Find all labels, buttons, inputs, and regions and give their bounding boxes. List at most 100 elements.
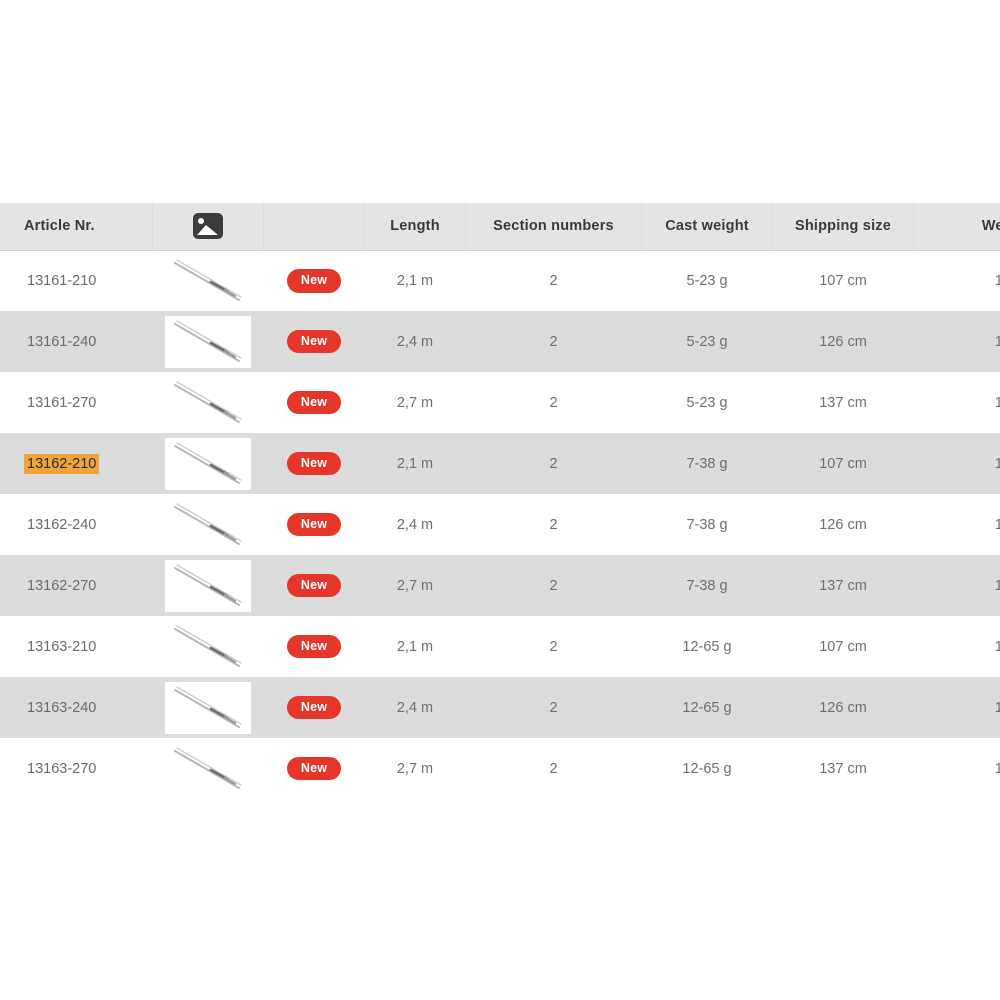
cell-product-image[interactable] bbox=[153, 555, 264, 616]
fishing-rod-thumbnail[interactable] bbox=[165, 437, 251, 490]
cell-product-image[interactable] bbox=[153, 616, 264, 677]
fishing-rod-thumbnail[interactable] bbox=[165, 315, 251, 368]
cell-badge: New bbox=[264, 616, 365, 677]
product-spec-table: Article Nr. Length Section numbers Cast … bbox=[0, 203, 1000, 799]
cell-product-image[interactable] bbox=[153, 372, 264, 433]
table-body: 13161-210 New 2,1 m 2 5-23 g 107 cm 125 g 13161… bbox=[0, 250, 1000, 799]
cell-article-nr: 13162-270 bbox=[0, 555, 153, 616]
table-row[interactable]: 13162-210 New 2,1 m 2 7-38 g 107 cm 129 g bbox=[0, 433, 1000, 494]
cell-shipping-size: 126 cm bbox=[819, 699, 867, 716]
product-spec-page: Article Nr. Length Section numbers Cast … bbox=[0, 0, 1000, 1000]
fishing-rod-thumbnail[interactable] bbox=[165, 621, 251, 673]
cell-shipping-size: 107 cm bbox=[819, 272, 867, 289]
fishing-rod-thumbnail[interactable] bbox=[165, 681, 251, 734]
article-nr-value: 13161-240 bbox=[27, 333, 97, 350]
column-header-image[interactable] bbox=[152, 203, 264, 251]
cell-length: 2,4 m bbox=[396, 516, 434, 533]
column-header-shipping-size[interactable]: Shipping size bbox=[772, 203, 914, 251]
cell-badge: New bbox=[264, 555, 365, 616]
cell-badge: New bbox=[264, 372, 365, 433]
article-nr-highlighted: 13162-210 bbox=[24, 453, 100, 474]
cell-section-numbers: 2 bbox=[549, 638, 558, 655]
cell-article-nr: 13161-240 bbox=[0, 311, 153, 372]
column-header-badge bbox=[263, 203, 365, 251]
cell-length: 2,7 m bbox=[396, 577, 434, 594]
cell-length: 2,4 m bbox=[396, 333, 434, 350]
cell-badge: New bbox=[264, 311, 365, 372]
new-badge: New bbox=[286, 269, 342, 293]
cell-section-numbers: 2 bbox=[549, 760, 558, 777]
cell-badge: New bbox=[264, 494, 365, 555]
cell-weight: 150 g bbox=[994, 394, 1000, 411]
cell-product-image[interactable] bbox=[153, 494, 264, 555]
column-header-section-numbers[interactable]: Section numbers bbox=[465, 203, 642, 251]
image-icon bbox=[193, 213, 223, 240]
cell-cast-weight: 5-23 g bbox=[686, 394, 728, 411]
cell-cast-weight: 7-38 g bbox=[686, 577, 728, 594]
cell-length: 2,1 m bbox=[396, 272, 434, 289]
cell-product-image[interactable] bbox=[153, 311, 264, 372]
table-row[interactable]: 13163-270 New 2,7 m 2 12-65 g 137 cm 195 g bbox=[0, 738, 1000, 799]
table-row[interactable]: 13161-210 New 2,1 m 2 5-23 g 107 cm 125 g bbox=[0, 250, 1000, 311]
table-row[interactable]: 13162-270 New 2,7 m 2 7-38 g 137 cm 178 g bbox=[0, 555, 1000, 616]
cell-shipping-size: 137 cm bbox=[819, 760, 867, 777]
fishing-rod-thumbnail[interactable] bbox=[165, 377, 251, 429]
column-header-weight[interactable]: Weight bbox=[913, 203, 1000, 251]
cell-weight: 195 g bbox=[994, 760, 1000, 777]
table-row[interactable]: 13163-240 New 2,4 m 2 12-65 g 126 cm 175 g bbox=[0, 677, 1000, 738]
cell-article-nr: 13161-270 bbox=[0, 372, 153, 433]
cell-weight: 129 g bbox=[994, 455, 1000, 472]
cell-product-image[interactable] bbox=[153, 677, 264, 738]
article-nr-value: 13161-270 bbox=[27, 394, 97, 411]
cell-weight: 139 g bbox=[994, 333, 1000, 350]
article-nr-value: 13162-240 bbox=[27, 516, 97, 533]
cell-shipping-size: 107 cm bbox=[819, 455, 867, 472]
cell-cast-weight: 5-23 g bbox=[686, 333, 728, 350]
cell-product-image[interactable] bbox=[153, 250, 264, 311]
cell-section-numbers: 2 bbox=[549, 272, 558, 289]
cell-article-nr: 13163-210 bbox=[0, 616, 153, 677]
cell-article-nr: 13161-210 bbox=[0, 250, 153, 311]
cell-length: 2,7 m bbox=[396, 394, 434, 411]
cell-weight: 178 g bbox=[994, 577, 1000, 594]
article-nr-value: 13163-270 bbox=[27, 760, 97, 777]
article-nr-value: 13163-210 bbox=[27, 638, 97, 655]
column-header-cast-weight[interactable]: Cast weight bbox=[641, 203, 773, 251]
cell-article-nr: 13163-270 bbox=[0, 738, 153, 799]
cell-article-nr: 13163-240 bbox=[0, 677, 153, 738]
cell-badge: New bbox=[264, 738, 365, 799]
cell-weight: 165 g bbox=[994, 516, 1000, 533]
cell-section-numbers: 2 bbox=[549, 394, 558, 411]
cell-badge: New bbox=[264, 677, 365, 738]
table-row[interactable]: 13161-240 New 2,4 m 2 5-23 g 126 cm 139 g bbox=[0, 311, 1000, 372]
cell-weight: 175 g bbox=[994, 699, 1000, 716]
cell-shipping-size: 107 cm bbox=[819, 638, 867, 655]
cell-length: 2,4 m bbox=[396, 699, 434, 716]
fishing-rod-thumbnail[interactable] bbox=[165, 743, 251, 795]
new-badge: New bbox=[286, 451, 342, 476]
table-row[interactable]: 13161-270 New 2,7 m 2 5-23 g 137 cm 150 g bbox=[0, 372, 1000, 433]
cell-product-image[interactable] bbox=[153, 738, 264, 799]
cell-shipping-size: 137 cm bbox=[819, 577, 867, 594]
new-badge: New bbox=[286, 573, 342, 598]
new-badge: New bbox=[286, 695, 342, 720]
cell-cast-weight: 7-38 g bbox=[686, 516, 728, 533]
table-header: Article Nr. Length Section numbers Cast … bbox=[0, 203, 1000, 251]
cell-weight: 125 g bbox=[994, 272, 1000, 289]
cell-section-numbers: 2 bbox=[549, 699, 558, 716]
table-header-row: Article Nr. Length Section numbers Cast … bbox=[0, 203, 1000, 251]
cell-weight: 130 g bbox=[994, 638, 1000, 655]
cell-shipping-size: 137 cm bbox=[819, 394, 867, 411]
table-row[interactable]: 13163-210 New 2,1 m 2 12-65 g 107 cm 130 g bbox=[0, 616, 1000, 677]
fishing-rod-thumbnail[interactable] bbox=[165, 499, 251, 551]
table-row[interactable]: 13162-240 New 2,4 m 2 7-38 g 126 cm 165 g bbox=[0, 494, 1000, 555]
new-badge: New bbox=[286, 634, 342, 659]
cell-length: 2,1 m bbox=[396, 638, 434, 655]
column-header-length[interactable]: Length bbox=[364, 203, 466, 251]
new-badge: New bbox=[286, 390, 342, 415]
fishing-rod-thumbnail[interactable] bbox=[165, 255, 251, 307]
fishing-rod-thumbnail[interactable] bbox=[165, 559, 251, 612]
cell-cast-weight: 12-65 g bbox=[682, 760, 732, 777]
column-header-article-nr[interactable]: Article Nr. bbox=[0, 203, 153, 251]
cell-product-image[interactable] bbox=[153, 433, 264, 494]
